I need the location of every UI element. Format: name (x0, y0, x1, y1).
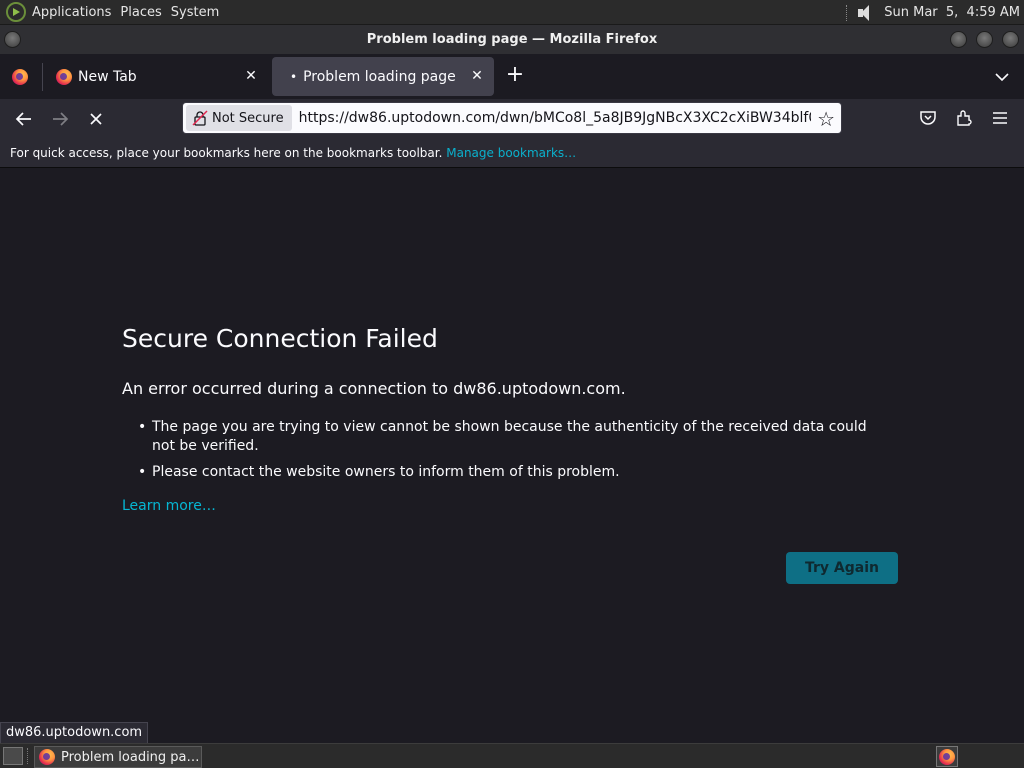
close-tab-icon[interactable]: ✕ (468, 67, 486, 85)
volume-icon[interactable] (856, 4, 874, 21)
tab-label: Problem loading page (303, 68, 456, 85)
bottom-taskbar: Problem loading pa… (0, 743, 1024, 768)
list-item: Please contact the website owners to inf… (138, 463, 892, 482)
error-details-list: The page you are trying to view cannot b… (138, 418, 892, 489)
manage-bookmarks-link[interactable]: Manage bookmarks… (446, 146, 576, 160)
tab-label: New Tab (78, 68, 137, 85)
applications-logo-icon[interactable] (6, 2, 26, 22)
window-title: Problem loading page — Mozilla Firefox (366, 32, 658, 47)
navigation-bar: Not Secure https://dw86.uptodown.com/dwn… (0, 99, 1024, 139)
back-button[interactable] (10, 105, 38, 133)
url-path: /dwn/bMCo8l_5a8JB9JgNBcX3XC2cXiBW34blf0q… (495, 110, 810, 126)
stop-button[interactable] (82, 105, 110, 133)
panel-separator (846, 4, 848, 21)
error-description: An error occurred during a connection to… (122, 379, 626, 398)
tab-new-tab[interactable]: New Tab ✕ (48, 57, 268, 96)
close-tab-icon[interactable]: ✕ (242, 67, 260, 85)
firefox-icon (12, 69, 28, 85)
new-tab-button[interactable]: + (503, 63, 527, 89)
clock[interactable]: Sun Mar 5, 4:59 AM (884, 5, 1020, 20)
firefox-view-button[interactable] (8, 65, 32, 89)
error-title: Secure Connection Failed (122, 324, 438, 353)
url-host: dw86.uptodown.com (348, 110, 496, 126)
loading-dot-icon: • (290, 69, 298, 84)
workspace-switcher[interactable] (936, 746, 958, 767)
tab-divider (42, 63, 43, 91)
url-bar[interactable]: Not Secure https://dw86.uptodown.com/dwn… (182, 102, 842, 134)
app-menu-icon[interactable] (990, 108, 1010, 128)
list-item: The page you are trying to view cannot b… (138, 418, 892, 456)
url-scheme: https:// (298, 110, 349, 126)
close-window-button[interactable] (1002, 31, 1019, 48)
firefox-icon (939, 748, 955, 765)
site-security-button[interactable]: Not Secure (186, 105, 292, 131)
tab-strip: New Tab ✕ • Problem loading page ✕ + (0, 54, 1024, 99)
taskbar-window-button[interactable]: Problem loading pa… (34, 746, 202, 768)
error-page: Secure Connection Failed An error occurr… (0, 168, 1024, 743)
maximize-button[interactable] (976, 31, 993, 48)
window-titlebar[interactable]: Problem loading page — Mozilla Firefox (0, 25, 1024, 54)
menu-applications[interactable]: Applications (32, 0, 120, 25)
minimize-button[interactable] (950, 31, 967, 48)
firefox-icon (56, 68, 72, 85)
lock-warning-icon (192, 110, 208, 126)
taskbar-separator (27, 748, 29, 764)
security-label: Not Secure (212, 110, 284, 126)
bookmarks-toolbar: For quick access, place your bookmarks h… (0, 139, 1024, 168)
menu-places[interactable]: Places (120, 0, 170, 25)
status-link-preview: dw86.uptodown.com (0, 722, 149, 744)
menu-system[interactable]: System (171, 0, 228, 25)
taskbar-window-label: Problem loading pa… (61, 749, 200, 765)
bookmark-star-icon[interactable]: ☆ (817, 107, 835, 131)
bookmarks-hint: For quick access, place your bookmarks h… (10, 146, 443, 160)
learn-more-link[interactable]: Learn more… (122, 498, 216, 514)
url-text[interactable]: https://dw86.uptodown.com/dwn/bMCo8l_5a8… (299, 110, 811, 126)
show-desktop-icon[interactable] (3, 747, 23, 765)
window-menu-button[interactable] (4, 31, 21, 48)
forward-button[interactable] (46, 105, 74, 133)
list-all-tabs-icon[interactable] (992, 67, 1012, 87)
top-panel: Applications Places System Sun Mar 5, 4:… (0, 0, 1024, 25)
try-again-button[interactable]: Try Again (786, 552, 898, 584)
pocket-icon[interactable] (918, 108, 938, 128)
tab-problem-loading-page[interactable]: • Problem loading page ✕ (272, 57, 494, 96)
extensions-icon[interactable] (954, 108, 974, 128)
firefox-icon (39, 749, 55, 765)
